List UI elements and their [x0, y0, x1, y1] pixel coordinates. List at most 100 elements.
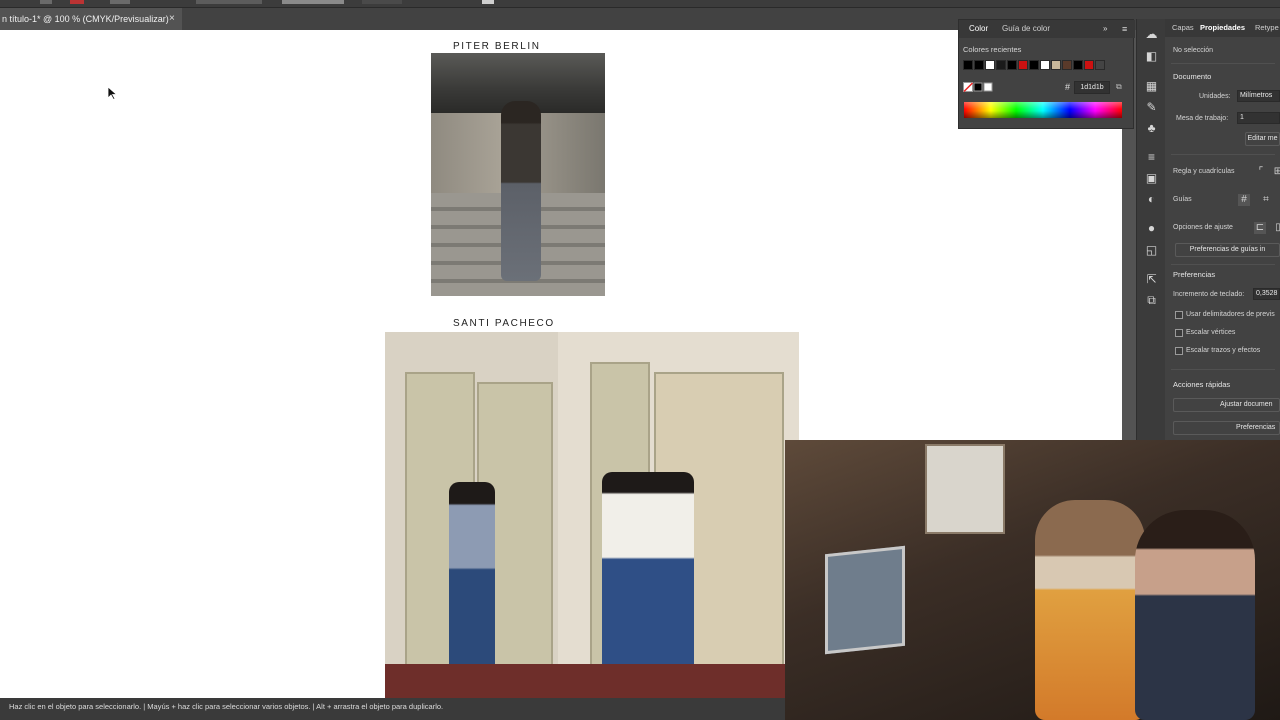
artist-name-santi-pacheco[interactable]: SANTI PACHECO: [453, 318, 555, 329]
document-tab-title: n título-1* @ 100 % (CMYK/Previsualizar): [2, 14, 169, 24]
opacity-control[interactable]: [362, 0, 402, 4]
recent-swatch-10[interactable]: [1073, 60, 1083, 70]
preferences-section-label: Preferencias: [1173, 270, 1216, 279]
recent-swatches: [963, 60, 1106, 71]
webcam-laptop: [825, 545, 905, 655]
recent-swatch-0[interactable]: [963, 60, 973, 70]
tab-properties[interactable]: Propiedades: [1200, 19, 1245, 37]
artist-name-piter-berlin[interactable]: PITER BERLIN: [453, 41, 541, 52]
selection-status: No selección: [1173, 47, 1214, 54]
control-bar: [0, 0, 1280, 8]
document-section-label: Documento: [1173, 72, 1212, 81]
close-tab-icon[interactable]: ×: [169, 8, 175, 30]
artboard-select[interactable]: 1: [1237, 112, 1280, 124]
snap-options-label: Opciones de ajuste: [1173, 224, 1233, 231]
stroke-swatch-control[interactable]: [70, 0, 84, 4]
guides-preferences-button[interactable]: Preferencias de guías in: [1175, 243, 1280, 257]
recent-swatch-9[interactable]: [1062, 60, 1072, 70]
keyboard-increment-label: Incremento de teclado:: [1173, 291, 1245, 298]
tab-layers[interactable]: Capas: [1172, 19, 1194, 37]
snap-to-point-icon[interactable]: ⊏: [1254, 222, 1266, 234]
variable-width-control[interactable]: [196, 0, 262, 4]
separator: [1171, 63, 1275, 64]
appearance-icon[interactable]: ●: [1144, 221, 1159, 236]
scale-strokes-checkbox[interactable]: [1175, 347, 1183, 355]
panel-menu-icon[interactable]: ≡: [1122, 20, 1127, 38]
hex-symbol: #: [1065, 82, 1071, 92]
separator: [1171, 154, 1275, 155]
ruler-icon[interactable]: ⌜: [1255, 166, 1267, 178]
rulers-grids-label: Regla y cuadrículas: [1173, 168, 1235, 175]
export-icon[interactable]: ⇱: [1144, 272, 1159, 287]
stroke-weight-control[interactable]: [110, 0, 130, 4]
brush-definition-control[interactable]: [282, 0, 344, 4]
hex-value-field[interactable]: 1d1d1b: [1074, 81, 1110, 94]
keyboard-increment-field[interactable]: 0,3528: [1253, 288, 1280, 300]
document-tab[interactable]: n título-1* @ 100 % (CMYK/Previsualizar)…: [0, 8, 182, 30]
color-panel-header: Color Guía de color » ≡: [959, 20, 1135, 38]
photo-floor: [385, 664, 558, 698]
recent-swatch-4[interactable]: [1007, 60, 1017, 70]
recent-swatch-6[interactable]: [1029, 60, 1039, 70]
brushes-icon[interactable]: ✎: [1144, 100, 1159, 115]
artboard-label: Mesa de trabajo:: [1176, 115, 1229, 122]
illustrator-window: n título-1* @ 100 % (CMYK/Previsualizar)…: [0, 0, 1280, 720]
graphic-styles-icon[interactable]: ◱: [1144, 243, 1159, 258]
webcam-person-left: [1035, 500, 1145, 720]
color-panel[interactable]: Color Guía de color » ≡ Colores reciente…: [958, 19, 1135, 129]
recent-swatch-12[interactable]: [1095, 60, 1105, 70]
recent-swatch-5[interactable]: [1018, 60, 1028, 70]
lock-guides-icon[interactable]: ⌗: [1260, 194, 1272, 206]
photo-santi-pacheco-1[interactable]: [385, 332, 558, 698]
recent-colors-label: Colores recientes: [963, 45, 1022, 54]
quick-actions-label: Acciones rápidas: [1173, 380, 1231, 389]
tab-color-guide[interactable]: Guía de color: [1002, 20, 1050, 38]
artboards-icon[interactable]: ⧉: [1144, 293, 1159, 308]
properties-icon[interactable]: ◧: [1144, 49, 1159, 64]
separator: [1171, 369, 1275, 370]
units-label: Unidades:: [1199, 93, 1231, 100]
fill-swatch-control[interactable]: [40, 0, 52, 4]
scale-strokes-label: Escalar trazos y efectos: [1186, 347, 1261, 354]
use-preview-bounds-label: Usar delimitadores de previs: [1186, 311, 1275, 318]
out-of-gamut-icon[interactable]: ⧉: [1116, 82, 1122, 92]
scale-corners-checkbox[interactable]: [1175, 329, 1183, 337]
recent-swatch-11[interactable]: [1084, 60, 1094, 70]
recent-swatch-8[interactable]: [1051, 60, 1061, 70]
color-spectrum-slider[interactable]: [964, 102, 1122, 118]
stroke-icon[interactable]: ≡: [1144, 150, 1159, 165]
cc-libraries-icon[interactable]: ☁: [1144, 27, 1159, 42]
symbols-icon[interactable]: ♣: [1144, 121, 1159, 136]
photo-santi-pacheco-2[interactable]: [558, 332, 799, 698]
preferences-button[interactable]: Preferencias: [1173, 421, 1280, 435]
collapse-panel-icon[interactable]: »: [1103, 20, 1107, 38]
style-control[interactable]: [482, 0, 494, 4]
guides-label: Guías: [1173, 196, 1192, 203]
tab-color[interactable]: Color: [969, 20, 988, 38]
recent-swatch-3[interactable]: [996, 60, 1006, 70]
snap-to-pixel-icon[interactable]: ▯: [1272, 222, 1280, 234]
transparency-icon[interactable]: ◐: [1144, 192, 1159, 207]
tab-retype[interactable]: Retype: [1255, 19, 1279, 37]
webcam-whiteboard: [925, 444, 1005, 534]
recent-swatch-2[interactable]: [985, 60, 995, 70]
scale-corners-label: Escalar vértices: [1186, 329, 1236, 336]
gradient-icon[interactable]: ▣: [1144, 171, 1159, 186]
fill-stroke-none-icon[interactable]: [963, 82, 993, 93]
use-preview-bounds-checkbox[interactable]: [1175, 311, 1183, 319]
layers-icon[interactable]: ▦: [1144, 79, 1159, 94]
photo-floor: [558, 664, 799, 698]
recent-swatch-7[interactable]: [1040, 60, 1050, 70]
recent-swatch-1[interactable]: [974, 60, 984, 70]
units-select[interactable]: Milímetros: [1237, 90, 1280, 102]
photo-piter-berlin[interactable]: [431, 53, 605, 296]
photo-person: [602, 472, 694, 696]
grid-icon[interactable]: ⊞: [1272, 166, 1280, 178]
properties-panel-tabs: Capas Propiedades Retype: [1165, 19, 1280, 37]
edit-artboards-button[interactable]: Editar me: [1245, 132, 1280, 146]
show-guides-icon[interactable]: #: [1238, 194, 1250, 206]
fit-document-button[interactable]: Ajustar documen: [1173, 398, 1280, 412]
separator: [1171, 264, 1275, 265]
photo-figure: [501, 101, 541, 281]
webcam-person-right: [1135, 510, 1255, 720]
